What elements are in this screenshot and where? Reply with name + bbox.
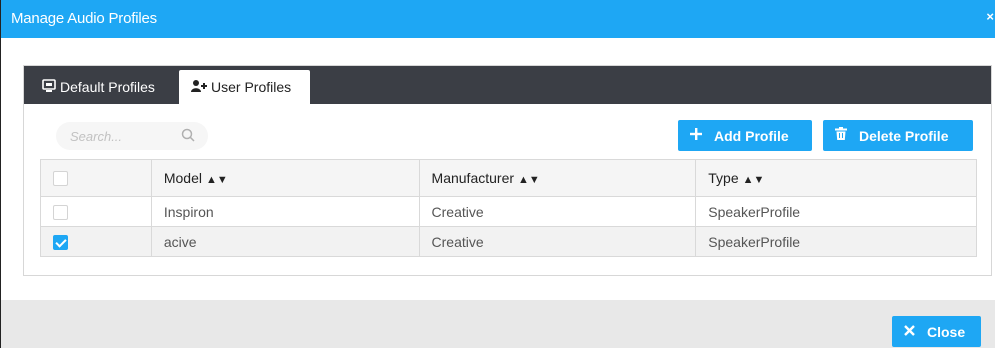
row-checkbox[interactable] bbox=[53, 234, 68, 250]
column-header-model[interactable]: Model ▲▼ bbox=[150, 159, 420, 197]
model-cell: Inspiron bbox=[150, 196, 420, 227]
trash-icon bbox=[835, 126, 847, 145]
type-cell: SpeakerProfile bbox=[695, 196, 977, 227]
close-icon[interactable]: × bbox=[986, 9, 994, 24]
manufacturer-cell: Creative bbox=[418, 226, 697, 257]
close-button-label: Close bbox=[927, 323, 966, 340]
tab-bar: Default Profiles User Profiles bbox=[24, 66, 991, 104]
plus-icon bbox=[690, 127, 702, 145]
search-icon[interactable] bbox=[181, 128, 195, 142]
dialog-titlebar: Manage Audio Profiles × bbox=[1, 0, 995, 38]
manufacturer-cell: Creative bbox=[418, 196, 697, 227]
column-type-label: Type bbox=[708, 170, 739, 186]
close-icon bbox=[904, 323, 915, 341]
dialog-footer: Close bbox=[1, 300, 995, 348]
add-profile-button[interactable]: Add Profile bbox=[678, 120, 812, 151]
row-checkbox[interactable] bbox=[53, 204, 68, 220]
profiles-table: Model ▲▼ Manufacturer ▲▼ Type ▲▼ Inspiron C… bbox=[40, 159, 977, 257]
sort-icon: ▲▼ bbox=[742, 174, 765, 186]
sort-icon: ▲▼ bbox=[206, 174, 228, 186]
select-all-checkbox[interactable] bbox=[53, 171, 68, 187]
tab-default-profiles-label: Default Profiles bbox=[60, 79, 155, 95]
add-user-icon bbox=[191, 79, 207, 96]
tab-default-profiles[interactable]: Default Profiles bbox=[30, 70, 167, 104]
monitor-icon bbox=[42, 78, 56, 96]
sort-icon: ▲▼ bbox=[518, 174, 540, 186]
row-select-cell bbox=[40, 226, 152, 257]
column-model-label: Model bbox=[163, 170, 202, 186]
profiles-panel: Default Profiles User Profiles Add bbox=[23, 65, 992, 276]
search-box[interactable] bbox=[56, 122, 208, 150]
row-select-cell bbox=[40, 196, 152, 227]
tab-user-profiles[interactable]: User Profiles bbox=[179, 70, 310, 104]
model-cell: acive bbox=[150, 226, 420, 257]
column-header-type[interactable]: Type ▲▼ bbox=[695, 159, 977, 197]
table-row[interactable]: Inspiron Creative SpeakerProfile bbox=[40, 196, 977, 227]
dialog-title: Manage Audio Profiles bbox=[11, 10, 157, 27]
table-header-row: Model ▲▼ Manufacturer ▲▼ Type ▲▼ bbox=[40, 159, 977, 197]
column-manufacturer-label: Manufacturer bbox=[431, 170, 515, 186]
delete-profile-label: Delete Profile bbox=[859, 127, 949, 144]
type-cell: SpeakerProfile bbox=[695, 226, 977, 257]
tab-user-profiles-label: User Profiles bbox=[211, 79, 292, 95]
delete-profile-button[interactable]: Delete Profile bbox=[823, 120, 973, 151]
search-input[interactable] bbox=[70, 128, 185, 144]
column-header-manufacturer[interactable]: Manufacturer ▲▼ bbox=[418, 159, 697, 197]
add-profile-label: Add Profile bbox=[714, 127, 789, 144]
close-button[interactable]: Close bbox=[892, 316, 981, 347]
table-row[interactable]: acive Creative SpeakerProfile bbox=[40, 226, 977, 257]
manage-audio-profiles-dialog: Manage Audio Profiles × Default Profiles… bbox=[0, 0, 995, 348]
select-all-cell bbox=[40, 159, 152, 197]
